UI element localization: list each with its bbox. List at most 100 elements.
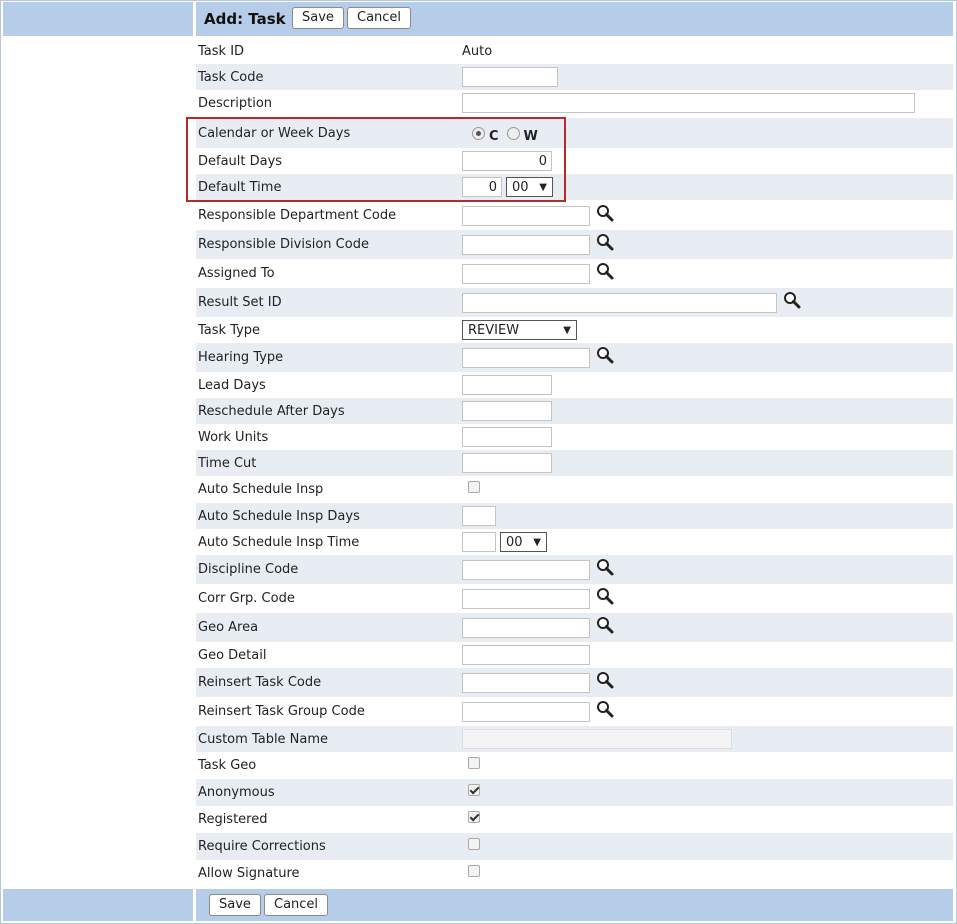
row-description: Description	[196, 90, 953, 116]
auto-schedule-insp-days-label: Auto Schedule Insp Days	[198, 508, 360, 524]
task-type-value: REVIEW	[468, 322, 520, 338]
footer-divider	[193, 889, 196, 921]
row-custom-table-name: Custom Table Name	[196, 726, 953, 752]
require-corrections-checkbox[interactable]	[468, 837, 480, 850]
assigned-to-label: Assigned To	[198, 266, 275, 281]
triangle-down-icon: ▼	[533, 536, 541, 548]
footer-cancel-button[interactable]: Cancel	[264, 894, 329, 916]
magnifier-icon[interactable]	[596, 671, 614, 689]
custom-table-name-label: Custom Table Name	[198, 731, 329, 747]
reschedule-after-days-input[interactable]	[462, 401, 552, 421]
task-type-select[interactable]: REVIEW ▼	[462, 320, 577, 340]
magnifier-icon[interactable]	[596, 204, 614, 222]
assigned-to-input[interactable]	[462, 263, 590, 284]
magnifier-icon[interactable]	[783, 291, 801, 309]
work-units-input[interactable]	[462, 427, 552, 447]
reinsert-task-group-code-input[interactable]	[462, 701, 590, 722]
row-task-id: Task ID Auto	[196, 38, 953, 64]
row-task-geo: Task Geo	[196, 752, 953, 779]
row-auto-schedule-insp-time: Auto Schedule Insp Time 00 ▼	[196, 529, 953, 555]
corr-grp-code-label: Corr Grp. Code	[198, 591, 295, 606]
highlight-box	[186, 117, 566, 202]
corr-grp-code-input[interactable]	[462, 588, 590, 609]
row-corr-grp-code: Corr Grp. Code	[196, 584, 953, 613]
reschedule-after-days-label: Reschedule After Days	[198, 403, 345, 419]
work-units-label: Work Units	[198, 429, 269, 445]
auto-schedule-insp-time-label: Auto Schedule Insp Time	[198, 534, 360, 550]
anonymous-label: Anonymous	[198, 785, 275, 800]
row-lead-days: Lead Days	[196, 372, 953, 398]
responsible-department-code-label: Responsible Department Code	[198, 208, 397, 223]
row-auto-schedule-insp: Auto Schedule Insp	[196, 476, 953, 503]
geo-detail-input[interactable]	[462, 645, 590, 665]
row-reschedule-after-days: Reschedule After Days	[196, 398, 953, 424]
magnifier-icon[interactable]	[596, 616, 614, 634]
auto-schedule-insp-days-input[interactable]	[462, 506, 496, 526]
hearing-type-input[interactable]	[462, 347, 590, 368]
magnifier-icon[interactable]	[596, 346, 614, 364]
row-discipline-code: Discipline Code	[196, 555, 953, 584]
allow-signature-checkbox[interactable]	[468, 864, 480, 877]
geo-area-input[interactable]	[462, 617, 590, 638]
time-cut-label: Time Cut	[198, 455, 257, 471]
task-code-label: Task Code	[198, 69, 264, 85]
result-set-id-input[interactable]	[462, 292, 777, 313]
row-responsible-division-code: Responsible Division Code	[196, 230, 953, 259]
row-geo-detail: Geo Detail	[196, 642, 953, 668]
auto-schedule-insp-checkbox[interactable]	[468, 480, 480, 493]
auto-schedule-insp-label: Auto Schedule Insp	[198, 482, 324, 497]
header-divider	[193, 2, 196, 36]
header-bar	[3, 2, 953, 36]
reinsert-task-group-code-label: Reinsert Task Group Code	[198, 704, 365, 719]
row-auto-schedule-insp-days: Auto Schedule Insp Days	[196, 503, 953, 529]
row-anonymous: Anonymous	[196, 779, 953, 806]
responsible-division-code-input[interactable]	[462, 234, 590, 255]
result-set-id-label: Result Set ID	[198, 295, 282, 310]
reinsert-task-code-input[interactable]	[462, 672, 590, 693]
auto-schedule-insp-time-hour-input[interactable]	[462, 532, 496, 552]
footer-bar	[3, 889, 953, 921]
description-label: Description	[198, 95, 273, 111]
time-cut-input[interactable]	[462, 453, 552, 473]
registered-checkbox[interactable]	[468, 810, 480, 823]
lead-days-label: Lead Days	[198, 377, 266, 393]
row-assigned-to: Assigned To	[196, 259, 953, 288]
auto-schedule-insp-time-minute-value: 00	[506, 534, 523, 550]
magnifier-icon[interactable]	[596, 558, 614, 576]
row-geo-area: Geo Area	[196, 613, 953, 642]
responsible-division-code-label: Responsible Division Code	[198, 237, 369, 252]
magnifier-icon[interactable]	[596, 700, 614, 718]
hearing-type-label: Hearing Type	[198, 350, 284, 365]
magnifier-icon[interactable]	[596, 233, 614, 251]
reinsert-task-code-label: Reinsert Task Code	[198, 675, 322, 690]
task-code-input[interactable]	[462, 67, 558, 87]
task-id-value: Auto	[462, 43, 493, 59]
row-require-corrections: Require Corrections	[196, 833, 953, 860]
row-work-units: Work Units	[196, 424, 953, 450]
triangle-down-icon: ▼	[563, 324, 571, 336]
allow-signature-label: Allow Signature	[198, 866, 300, 881]
cancel-button[interactable]: Cancel	[347, 7, 412, 29]
row-responsible-department-code: Responsible Department Code	[196, 201, 953, 230]
footer-save-button[interactable]: Save	[209, 894, 261, 916]
row-reinsert-task-group-code: Reinsert Task Group Code	[196, 697, 953, 726]
discipline-code-label: Discipline Code	[198, 562, 299, 577]
task-geo-checkbox[interactable]	[468, 756, 480, 769]
row-hearing-type: Hearing Type	[196, 343, 953, 372]
row-result-set-id: Result Set ID	[196, 288, 953, 317]
auto-schedule-insp-time-minute-select[interactable]: 00 ▼	[500, 532, 547, 552]
discipline-code-input[interactable]	[462, 559, 590, 580]
save-button[interactable]: Save	[292, 7, 344, 29]
lead-days-input[interactable]	[462, 375, 552, 395]
task-geo-label: Task Geo	[198, 758, 257, 773]
row-task-type: Task Type REVIEW ▼	[196, 317, 953, 343]
magnifier-icon[interactable]	[596, 262, 614, 280]
responsible-department-code-input[interactable]	[462, 205, 590, 226]
task-type-label: Task Type	[198, 322, 261, 338]
description-input[interactable]	[462, 93, 915, 113]
row-time-cut: Time Cut	[196, 450, 953, 476]
magnifier-icon[interactable]	[596, 587, 614, 605]
row-reinsert-task-code: Reinsert Task Code	[196, 668, 953, 697]
anonymous-checkbox[interactable]	[468, 783, 480, 796]
custom-table-name-input	[462, 729, 732, 749]
